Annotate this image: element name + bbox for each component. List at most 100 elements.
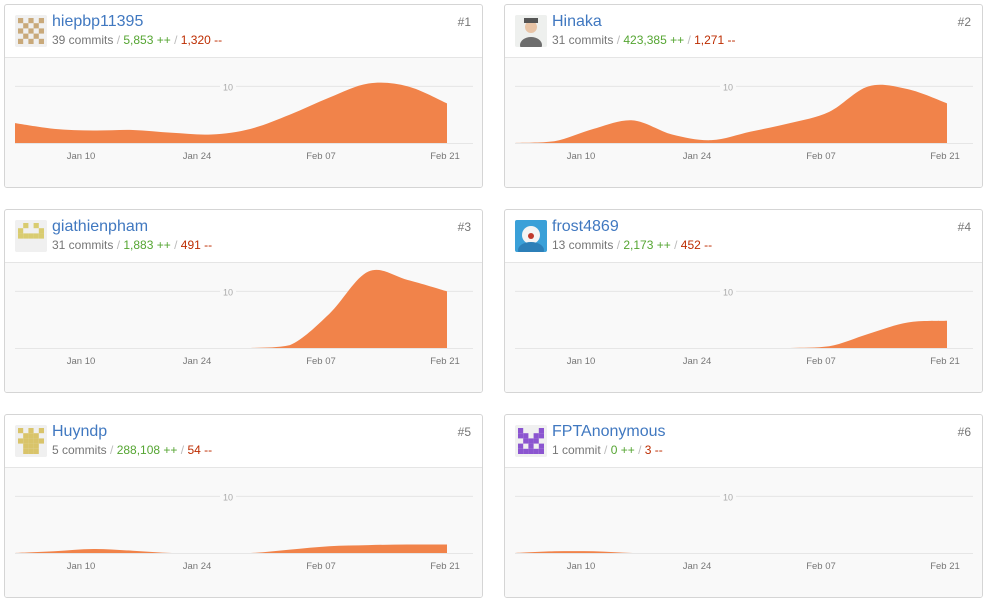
commit-area <box>515 84 947 143</box>
user-photo-icon <box>515 220 547 252</box>
stat-separator: / <box>670 238 681 252</box>
x-tick-label: Jan 10 <box>567 151 596 162</box>
contributor-username[interactable]: frost4869 <box>552 218 619 236</box>
stat-separator: / <box>600 443 611 457</box>
contributor-rank: #2 <box>957 15 971 29</box>
x-tick-label: Jan 10 <box>567 561 596 572</box>
stat-separator: / <box>113 33 124 47</box>
contributor-header: frost4869 13 commits / 2,173 ++ / 452 -- #… <box>505 210 982 263</box>
y-tick-label: 10 <box>223 492 233 502</box>
commit-chart-svg: 10 Jan 10 Jan 24 Feb 07 Feb 21 <box>515 81 973 162</box>
x-tick-label: Jan 24 <box>183 151 212 162</box>
contributor-stats: 13 commits / 2,173 ++ / 452 -- <box>552 237 712 253</box>
commit-area <box>515 551 947 553</box>
commit-count[interactable]: 39 commits <box>52 33 113 47</box>
x-tick-label: Jan 10 <box>567 356 596 367</box>
x-tick-label: Feb 21 <box>930 561 960 572</box>
y-tick-label: 10 <box>223 82 233 92</box>
x-tick-label: Feb 07 <box>306 356 336 367</box>
contributor-stats: 5 commits / 288,108 ++ / 54 -- <box>52 442 212 458</box>
contributor-card: hiepbp11395 39 commits / 5,853 ++ / 1,320… <box>4 4 483 188</box>
contributor-card: giathienpham 31 commits / 1,883 ++ / 491 … <box>4 209 483 393</box>
contributor-username[interactable]: giathienpham <box>52 218 148 236</box>
x-tick-label: Feb 07 <box>306 561 336 572</box>
contributor-stats: 31 commits / 423,385 ++ / 1,271 -- <box>552 32 735 48</box>
additions-count: 5,853 ++ <box>123 33 171 47</box>
commit-chart-svg: 10 Jan 10 Jan 24 Feb 07 Feb 21 <box>15 81 473 162</box>
commit-count[interactable]: 1 commit <box>552 443 601 457</box>
y-tick-label: 10 <box>723 287 733 297</box>
deletions-count: 1,320 -- <box>180 33 223 47</box>
contributor-card: FPTAnonymous 1 commit / 0 ++ / 3 -- #6 10 Ja… <box>504 414 983 598</box>
x-tick-label: Jan 10 <box>67 356 96 367</box>
contributor-username[interactable]: Hinaka <box>552 13 602 31</box>
x-tick-label: Feb 07 <box>806 561 836 572</box>
contributor-username[interactable]: FPTAnonymous <box>552 423 666 441</box>
stat-separator: / <box>613 238 624 252</box>
contributor-rank: #3 <box>457 220 471 234</box>
contributor-username[interactable]: hiepbp11395 <box>52 13 143 31</box>
commit-activity-chart: 10 Jan 10 Jan 24 Feb 07 Feb 21 <box>5 263 482 392</box>
x-tick-label: Feb 21 <box>930 356 960 367</box>
x-tick-label: Feb 21 <box>430 561 460 572</box>
stat-separator: / <box>170 238 181 252</box>
commit-area <box>515 320 947 348</box>
contributor-card: Hinaka 31 commits / 423,385 ++ / 1,271 --… <box>504 4 983 188</box>
avatar[interactable] <box>15 15 47 47</box>
commit-activity-chart: 10 Jan 10 Jan 24 Feb 07 Feb 21 <box>505 263 982 392</box>
contributor-card: frost4869 13 commits / 2,173 ++ / 452 -- #… <box>504 209 983 393</box>
stat-separator: / <box>613 33 624 47</box>
commit-chart-svg: 10 Jan 10 Jan 24 Feb 07 Feb 21 <box>515 286 973 367</box>
contributor-username[interactable]: Huyndp <box>52 423 107 441</box>
commit-area <box>15 544 447 553</box>
contributor-header: FPTAnonymous 1 commit / 0 ++ / 3 -- #6 <box>505 415 982 468</box>
avatar[interactable] <box>515 425 547 457</box>
commit-activity-chart: 10 Jan 10 Jan 24 Feb 07 Feb 21 <box>5 468 482 597</box>
additions-count: 288,108 ++ <box>116 443 178 457</box>
contributor-rank: #4 <box>957 220 971 234</box>
commit-count[interactable]: 13 commits <box>552 238 613 252</box>
contributor-rank: #6 <box>957 425 971 439</box>
stat-separator: / <box>170 33 181 47</box>
deletions-count: 3 -- <box>644 443 663 457</box>
x-tick-label: Jan 10 <box>67 561 96 572</box>
commit-activity-chart: 10 Jan 10 Jan 24 Feb 07 Feb 21 <box>505 58 982 187</box>
stat-separator: / <box>177 443 188 457</box>
deletions-count: 54 -- <box>187 443 213 457</box>
x-tick-label: Jan 24 <box>183 561 212 572</box>
x-tick-label: Feb 21 <box>430 151 460 162</box>
contributor-header: Huyndp 5 commits / 288,108 ++ / 54 -- #5 <box>5 415 482 468</box>
stat-separator: / <box>106 443 117 457</box>
deletions-count: 491 -- <box>180 238 213 252</box>
commit-activity-chart: 10 Jan 10 Jan 24 Feb 07 Feb 21 <box>5 58 482 187</box>
commit-chart-svg: 10 Jan 10 Jan 24 Feb 07 Feb 21 <box>15 491 473 572</box>
avatar[interactable] <box>15 220 47 252</box>
x-tick-label: Feb 07 <box>306 151 336 162</box>
additions-count: 423,385 ++ <box>623 33 685 47</box>
contributor-header: Hinaka 31 commits / 423,385 ++ / 1,271 --… <box>505 5 982 58</box>
contributor-stats: 39 commits / 5,853 ++ / 1,320 -- <box>52 32 222 48</box>
identicon-icon <box>15 220 47 252</box>
contributor-stats: 31 commits / 1,883 ++ / 491 -- <box>52 237 212 253</box>
commit-count[interactable]: 31 commits <box>52 238 113 252</box>
stat-separator: / <box>684 33 695 47</box>
avatar[interactable] <box>515 220 547 252</box>
y-tick-label: 10 <box>723 82 733 92</box>
x-tick-label: Feb 07 <box>806 151 836 162</box>
avatar[interactable] <box>15 425 47 457</box>
contributor-rank: #5 <box>457 425 471 439</box>
avatar[interactable] <box>515 15 547 47</box>
contributor-rank: #1 <box>457 15 471 29</box>
user-photo-icon <box>515 15 547 47</box>
additions-count: 2,173 ++ <box>623 238 671 252</box>
commit-count[interactable]: 5 commits <box>52 443 107 457</box>
x-tick-label: Feb 07 <box>806 356 836 367</box>
y-tick-label: 10 <box>723 492 733 502</box>
additions-count: 0 ++ <box>610 443 635 457</box>
y-tick-label: 10 <box>223 287 233 297</box>
stat-separator: / <box>634 443 645 457</box>
contributor-stats: 1 commit / 0 ++ / 3 -- <box>552 442 663 458</box>
commit-count[interactable]: 31 commits <box>552 33 613 47</box>
contributor-header: giathienpham 31 commits / 1,883 ++ / 491 … <box>5 210 482 263</box>
commit-chart-svg: 10 Jan 10 Jan 24 Feb 07 Feb 21 <box>515 491 973 572</box>
